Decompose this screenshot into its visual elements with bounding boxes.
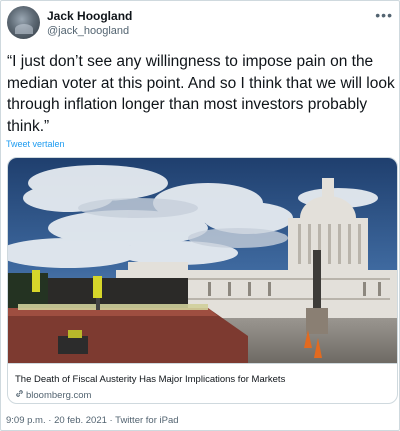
tweet-text: “I just don’t see any willingness to imp… xyxy=(7,53,395,135)
translate-link[interactable]: Tweet vertalen xyxy=(6,139,65,149)
footer-separator: · xyxy=(106,415,116,426)
tweet-date[interactable]: 20 feb. 2021 xyxy=(54,415,107,426)
link-preview-card[interactable]: The Death of Fiscal Austerity Has Major … xyxy=(7,157,398,404)
tweet-card: Jack Hoogland @jack_hoogland ••• “I just… xyxy=(0,0,400,431)
capitol-photo[interactable] xyxy=(8,158,398,363)
link-icon xyxy=(15,389,24,401)
tweet-source[interactable]: Twitter for iPad xyxy=(115,415,178,426)
footer-separator: · xyxy=(45,415,55,426)
card-domain: bloomberg.com xyxy=(15,389,91,401)
more-dots-icon[interactable]: ••• xyxy=(375,7,393,23)
tweet-time[interactable]: 9:09 p.m. xyxy=(6,415,46,426)
tweet-header: Jack Hoogland @jack_hoogland ••• xyxy=(1,1,400,45)
tweet-footer: 9:09 p.m. · 20 feb. 2021 · Twitter for i… xyxy=(6,415,179,426)
author-handle[interactable]: @jack_hoogland xyxy=(47,25,129,37)
card-title[interactable]: The Death of Fiscal Austerity Has Major … xyxy=(15,374,285,385)
avatar[interactable] xyxy=(7,6,40,39)
card-meta[interactable]: The Death of Fiscal Austerity Has Major … xyxy=(8,363,397,403)
card-domain-text: bloomberg.com xyxy=(26,390,92,401)
author-name[interactable]: Jack Hoogland xyxy=(47,9,132,23)
